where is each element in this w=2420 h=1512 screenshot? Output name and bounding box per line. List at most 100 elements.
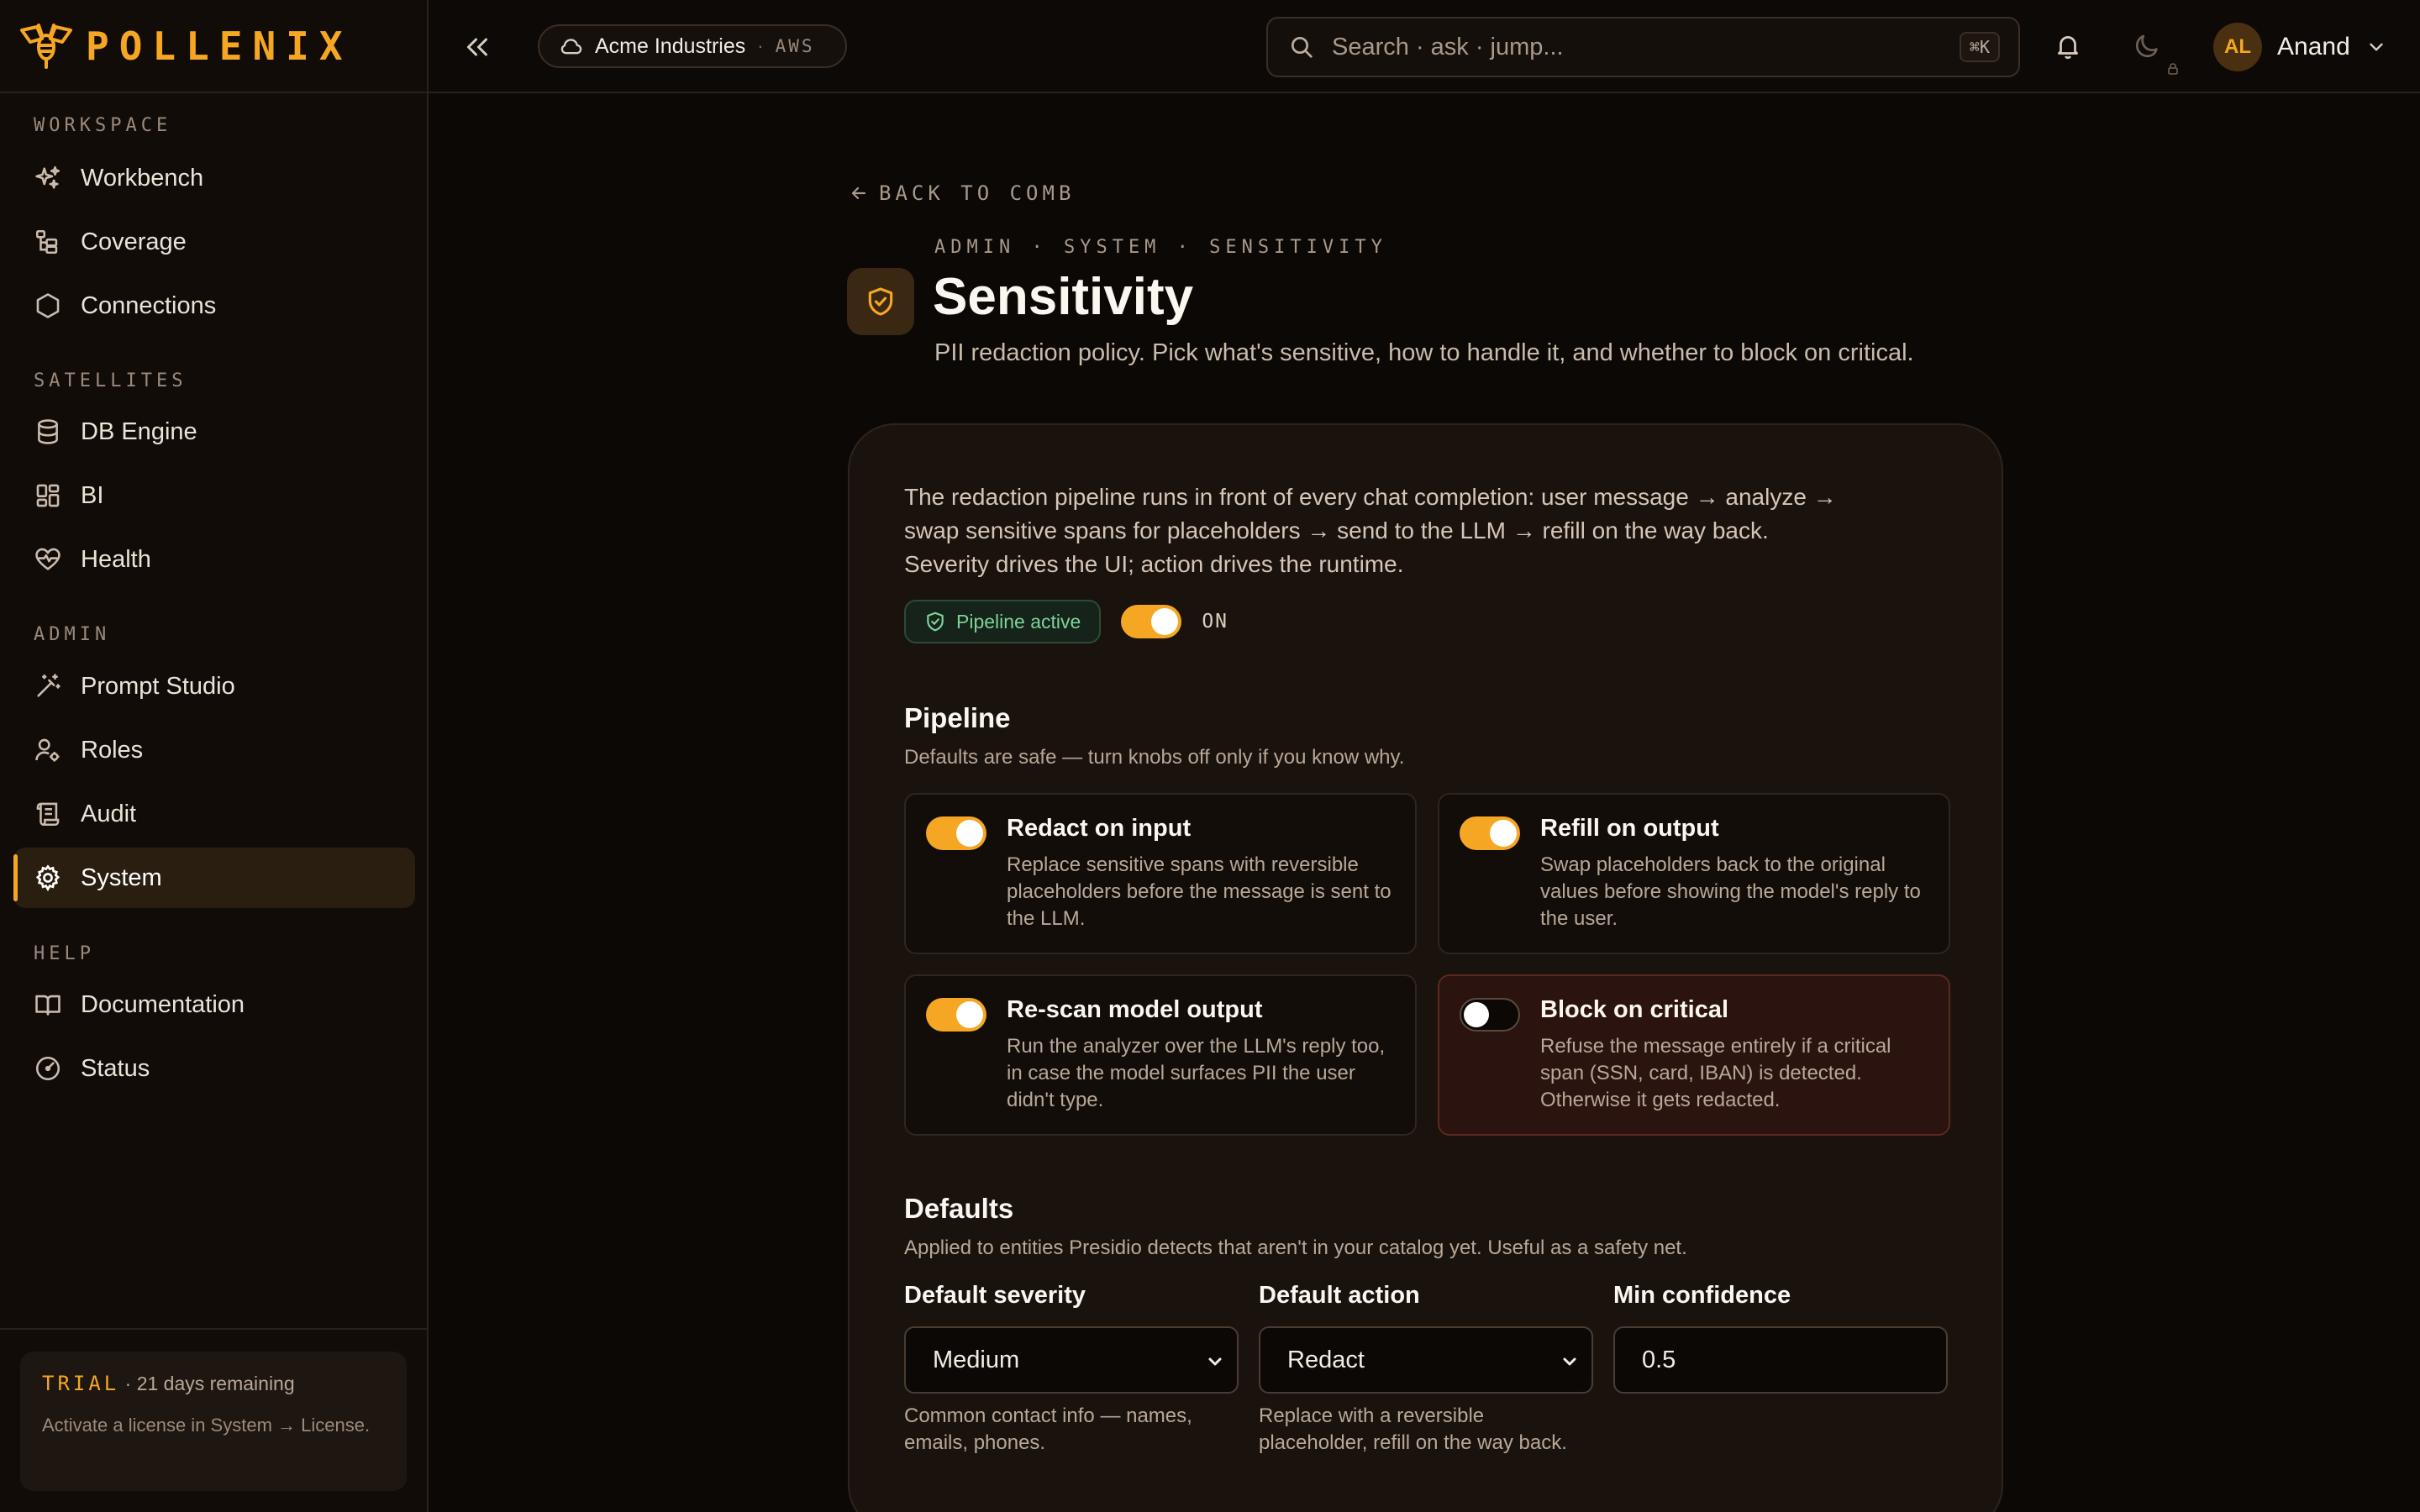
defaults-title: Defaults xyxy=(904,1193,1014,1224)
bell-icon[interactable] xyxy=(2054,32,2082,60)
pipeline-title: Pipeline xyxy=(904,702,1011,733)
pipeline-status-row: Pipeline active ON xyxy=(904,600,1228,643)
sidebar-item-label: Prompt Studio xyxy=(81,672,235,700)
sidebar-item-bi[interactable]: BI xyxy=(13,465,415,526)
heart-pulse-icon xyxy=(34,545,62,574)
collapse-sidebar-icon[interactable] xyxy=(462,32,492,62)
option-description: Replace sensitive spans with reversible … xyxy=(1007,853,1392,930)
select-value: Redact xyxy=(1287,1346,1365,1373)
trial-tag: TRIAL xyxy=(42,1372,120,1395)
trial-remaining: · 21 days remaining xyxy=(119,1373,295,1394)
sidebar-item-label: Status xyxy=(81,1054,150,1082)
brand-name: POLLENIX xyxy=(86,23,353,69)
rescan-model-output-toggle[interactable] xyxy=(926,998,986,1032)
option-description: Swap placeholders back to the original v… xyxy=(1540,853,1921,930)
nav-heading-satellites: SATELLITES xyxy=(34,370,187,391)
sidebar-item-system[interactable]: System xyxy=(13,848,415,908)
sidebar-item-workbench[interactable]: Workbench xyxy=(13,148,415,208)
min-confidence-input[interactable]: 0.5 xyxy=(1613,1326,1948,1394)
page-subtitle: PII redaction policy. Pick what's sensit… xyxy=(934,339,1914,366)
sidebar-item-label: Health xyxy=(81,545,151,573)
sidebar-item-coverage[interactable]: Coverage xyxy=(13,212,415,272)
back-link[interactable]: BACK TO COMB xyxy=(849,181,1075,205)
block-on-critical-toggle[interactable] xyxy=(1460,998,1520,1032)
sidebar-item-label: System xyxy=(81,864,162,891)
option-rescan-model-output: Re-scan model output Run the analyzer ov… xyxy=(904,974,1417,1136)
nav-heading-admin: ADMIN xyxy=(34,624,111,645)
tenant-separator: · xyxy=(757,35,764,56)
min-confidence-label: Min confidence xyxy=(1613,1282,1791,1309)
sidebar-item-prompt-studio[interactable]: Prompt Studio xyxy=(13,656,415,717)
page-title: Sensitivity xyxy=(933,268,1194,326)
moon-icon[interactable] xyxy=(2133,32,2161,60)
chevron-down-icon xyxy=(2365,36,2387,58)
search-input[interactable] xyxy=(1332,33,1943,61)
search-shortcut: ⌘K xyxy=(1959,32,2000,62)
coverage-icon xyxy=(34,228,62,256)
option-block-on-critical: Block on critical Refuse the message ent… xyxy=(1438,974,1950,1136)
pipeline-master-toggle[interactable] xyxy=(1121,605,1182,638)
brand[interactable]: POLLENIX xyxy=(0,0,427,93)
sidebar-item-db-engine[interactable]: DB Engine xyxy=(13,402,415,462)
sidebar-item-health[interactable]: Health xyxy=(13,529,415,590)
database-icon xyxy=(34,417,62,446)
shield-check-icon xyxy=(847,268,914,335)
default-action-help: Replace with a reversible placeholder, r… xyxy=(1259,1404,1567,1454)
back-label: BACK TO COMB xyxy=(879,181,1076,205)
search-bar[interactable]: ⌘K xyxy=(1266,17,2020,77)
lock-icon xyxy=(2166,62,2180,76)
trial-message: Activate a license in System → License. xyxy=(42,1415,371,1436)
bee-logo-icon xyxy=(18,22,74,71)
intro-line: The redaction pipeline runs in front of … xyxy=(904,484,1837,510)
sidebar-item-label: DB Engine xyxy=(81,417,197,445)
avatar: AL xyxy=(2213,23,2262,71)
sidebar-item-audit[interactable]: Audit xyxy=(13,784,415,844)
dashboard-icon xyxy=(34,481,62,510)
trial-card[interactable]: TRIAL · 21 days remaining Activate a lic… xyxy=(20,1352,407,1491)
default-action-select[interactable]: Redact xyxy=(1259,1326,1593,1394)
refill-on-output-toggle[interactable] xyxy=(1460,816,1520,850)
status-badge-label: Pipeline active xyxy=(956,610,1081,633)
intro-line: swap sensitive spans for placeholders → … xyxy=(904,517,1769,543)
trial-status: TRIAL · 21 days remaining xyxy=(42,1372,385,1395)
option-title: Redact on input xyxy=(1007,815,1192,842)
option-title: Refill on output xyxy=(1540,815,1719,842)
sparkles-icon xyxy=(34,164,62,192)
tenant-name: Acme Industries xyxy=(595,34,746,58)
pipeline-intro: The redaction pipeline runs in front of … xyxy=(904,480,1929,581)
sidebar-footer: TRIAL · 21 days remaining Activate a lic… xyxy=(0,1328,427,1512)
intro-line: Severity drives the UI; action drives th… xyxy=(904,551,1404,577)
default-severity-label: Default severity xyxy=(904,1282,1086,1309)
default-severity-help: Common contact info — names, emails, pho… xyxy=(904,1404,1192,1454)
option-title: Re-scan model output xyxy=(1007,996,1263,1023)
book-icon xyxy=(34,990,62,1019)
sidebar-item-roles[interactable]: Roles xyxy=(13,720,415,780)
defaults-subtitle: Applied to entities Presidio detects tha… xyxy=(904,1236,1687,1259)
status-badge: Pipeline active xyxy=(904,600,1102,643)
redact-on-input-toggle[interactable] xyxy=(926,816,986,850)
user-gear-icon xyxy=(34,736,62,764)
sidebar-item-status[interactable]: Status xyxy=(13,1038,415,1099)
sidebar-item-connections[interactable]: Connections xyxy=(13,276,415,336)
option-description: Run the analyzer over the LLM's reply to… xyxy=(1007,1035,1386,1111)
pipeline-on-label: ON xyxy=(1202,611,1229,633)
sidebar: POLLENIX WORKSPACE Workbench Coverage Co… xyxy=(0,0,429,1512)
user-menu[interactable]: AL Anand xyxy=(2213,22,2387,72)
chevron-down-icon xyxy=(1560,1352,1580,1372)
hexagon-icon xyxy=(34,291,62,320)
search-icon xyxy=(1288,34,1315,60)
sidebar-item-documentation[interactable]: Documentation xyxy=(13,974,415,1035)
default-severity-select[interactable]: Medium xyxy=(904,1326,1239,1394)
settings-card: The redaction pipeline runs in front of … xyxy=(848,423,2003,1512)
sidebar-item-label: Coverage xyxy=(81,228,187,255)
sidebar-item-label: Audit xyxy=(81,800,137,827)
tenant-cloud: AWS xyxy=(775,36,815,56)
pipeline-subtitle: Defaults are safe — turn knobs off only … xyxy=(904,746,1405,769)
nav-heading-help: HELP xyxy=(34,943,95,964)
shield-check-icon xyxy=(924,611,946,633)
tenant-switcher[interactable]: Acme Industries · AWS xyxy=(538,24,847,68)
nav-heading-workspace: WORKSPACE xyxy=(34,115,172,136)
audit-scroll-icon xyxy=(34,800,62,828)
topbar: Acme Industries · AWS ⌘K AL Anand xyxy=(429,0,2420,93)
sidebar-item-label: Workbench xyxy=(81,164,204,192)
